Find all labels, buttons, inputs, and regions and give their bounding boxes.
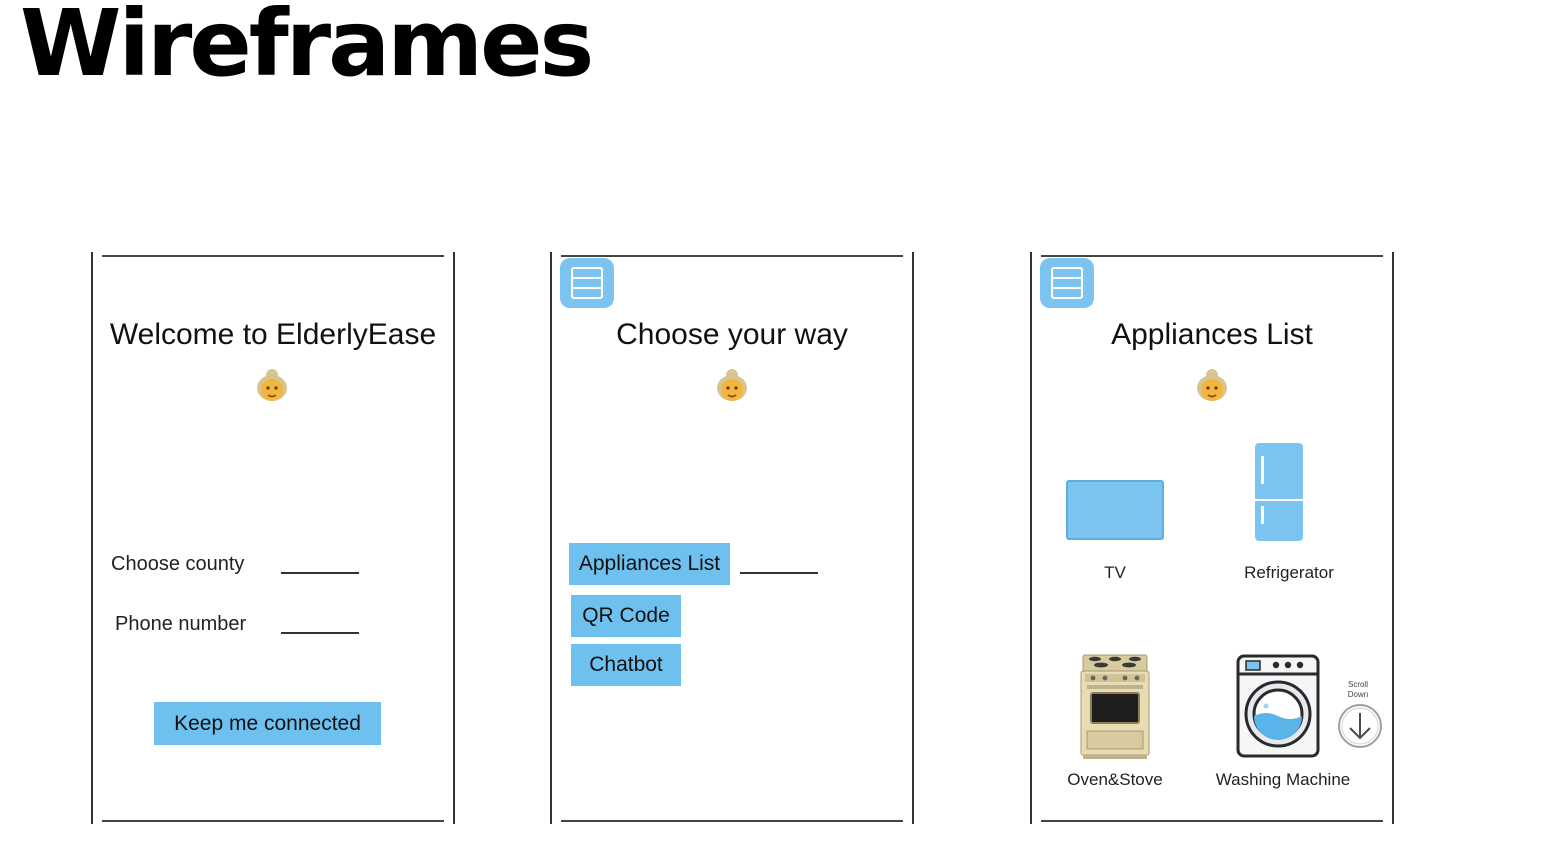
refrigerator-icon[interactable] <box>1254 442 1304 544</box>
qr-code-button[interactable]: QR Code <box>571 595 681 637</box>
appliances-screen: Appliances List TV Refrigerator Oven&Sto… <box>1030 252 1394 824</box>
choose-heading: Choose your way <box>616 318 848 351</box>
welcome-screen: Welcome to ElderlyEase Choose county Pho… <box>91 252 455 824</box>
appliances-heading: Appliances List <box>1111 318 1313 351</box>
refrigerator-label: Refrigerator <box>1244 563 1334 582</box>
menu-icon <box>1051 267 1083 299</box>
scroll-hint: Scroll Down <box>1347 680 1369 699</box>
frame-border-bottom <box>1041 820 1383 822</box>
frame-border-top <box>1041 255 1383 257</box>
appliances-list-button[interactable]: Appliances List <box>569 543 730 585</box>
menu-button[interactable] <box>560 258 614 308</box>
menu-icon <box>571 267 603 299</box>
phone-field[interactable] <box>281 632 359 634</box>
frame-border-bottom <box>102 820 444 822</box>
elderly-woman-icon <box>257 369 287 401</box>
frame-border-top <box>561 255 903 257</box>
washing-machine-label: Washing Machine <box>1215 770 1351 789</box>
menu-button[interactable] <box>1040 258 1094 308</box>
tv-icon[interactable] <box>1066 480 1164 542</box>
county-label: Choose county <box>111 553 245 575</box>
keep-connected-button[interactable]: Keep me connected <box>154 702 381 745</box>
elderly-woman-icon <box>1197 369 1227 401</box>
washing-machine-icon[interactable] <box>1236 654 1320 758</box>
county-field[interactable] <box>281 572 359 574</box>
frame-border-bottom <box>561 820 903 822</box>
phone-label: Phone number <box>115 613 247 635</box>
welcome-heading: Welcome to ElderlyEase <box>109 318 437 351</box>
oven-icon[interactable] <box>1079 651 1151 761</box>
appliances-underline <box>740 572 818 574</box>
frame-border-top <box>102 255 444 257</box>
choose-screen: Choose your way Appliances List QR Code … <box>550 252 914 824</box>
chatbot-button[interactable]: Chatbot <box>571 644 681 686</box>
page-title: Wireframes <box>20 0 594 97</box>
elderly-woman-icon <box>717 369 747 401</box>
tv-label: TV <box>1104 563 1126 582</box>
arrow-down-icon[interactable] <box>1337 703 1383 749</box>
oven-label: Oven&Stove <box>1067 770 1163 789</box>
